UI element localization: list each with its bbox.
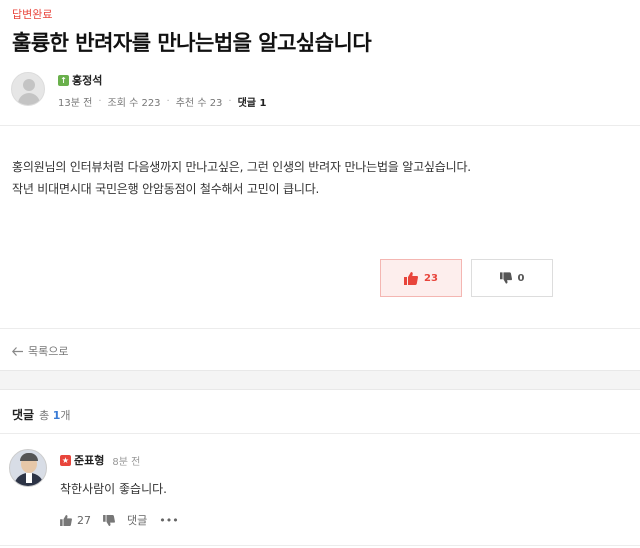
comment-like-button[interactable]: 27 [60, 514, 91, 527]
comments-header: 댓글 총 1개 [12, 406, 71, 423]
downvote-button[interactable]: 0 [471, 259, 553, 297]
commenter-avatar[interactable] [9, 449, 47, 487]
downvote-count: 0 [517, 272, 525, 284]
divider [0, 433, 640, 434]
more-options-icon[interactable]: ••• [159, 514, 178, 527]
divider [0, 328, 640, 329]
comment-like-count: 27 [77, 513, 91, 527]
comment-text: 착한사람이 좋습니다. [60, 482, 167, 496]
recommend-count: 추천 수 23 [175, 98, 223, 109]
back-to-list-link[interactable]: 목록으로 [12, 343, 68, 359]
comment-dislike-button[interactable] [103, 514, 115, 526]
answer-status-label: 답변완료 [12, 8, 53, 21]
post-meta: 13분 전 · 조회 수 223 · 추천 수 23 · 댓글 1 [58, 94, 266, 109]
author-name[interactable]: 홍정석 [72, 72, 102, 88]
upvote-button[interactable]: 23 [380, 259, 462, 297]
comment-actions: 27 댓글 ••• [60, 512, 191, 528]
post-time: 13분 전 [58, 98, 93, 109]
meta-separator: · [98, 96, 102, 107]
divider [0, 545, 640, 546]
avatar-placeholder-icon [23, 79, 35, 91]
level-badge-icon: ★ [60, 454, 71, 466]
post-body: 홍의원님의 인터뷰처럼 다음생까지 만나고싶은, 그런 인생의 반려자 만나는법… [12, 156, 471, 200]
upvote-count: 23 [424, 272, 438, 284]
post-title: 훌륭한 반려자를 만나는법을 알고싶습니다 [12, 31, 372, 55]
comment-author[interactable]: ★ 준표형 8분 전 [60, 452, 140, 468]
post-body-line: 홍의원님의 인터뷰처럼 다음생까지 만나고싶은, 그런 인생의 반려자 만나는법… [12, 160, 471, 174]
post-author[interactable]: ↑ 홍정석 [58, 72, 102, 88]
thumbs-down-icon [103, 514, 115, 526]
back-to-list-label: 목록으로 [28, 345, 69, 358]
meta-separator: · [228, 96, 232, 107]
comments-title: 댓글 [12, 408, 35, 422]
meta-separator: · [166, 96, 170, 107]
thumbs-up-icon [404, 271, 419, 285]
comments-total: 총 1개 [39, 408, 71, 422]
level-badge-icon: ↑ [58, 74, 69, 86]
comment-author-name[interactable]: 준표형 [74, 452, 104, 468]
thumbs-up-icon [60, 514, 72, 526]
view-count: 조회 수 223 [107, 98, 161, 109]
arrow-left-icon [12, 346, 23, 356]
comment-count-link[interactable]: 댓글 1 [238, 94, 267, 109]
comment-time: 8분 전 [112, 456, 141, 468]
divider [0, 125, 640, 126]
thumbs-down-icon [499, 272, 512, 284]
section-separator [0, 370, 640, 390]
comment-reply-button[interactable]: 댓글 [127, 512, 147, 528]
post-body-line: 작년 비대면시대 국민은행 안암동점이 철수해서 고민이 큽니다. [12, 182, 320, 196]
author-avatar[interactable] [11, 72, 45, 106]
